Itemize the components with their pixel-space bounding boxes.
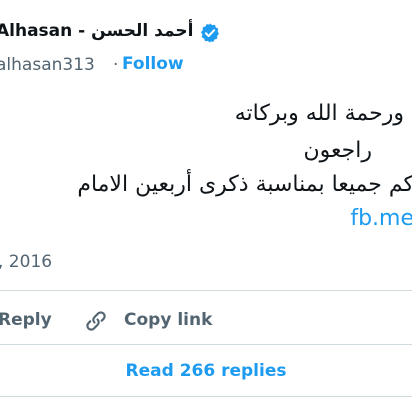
tweet-text-line: ورحمة الله وبركاته (234, 101, 404, 126)
user-handle[interactable]: alhasan313 (0, 55, 95, 75)
display-name[interactable]: Alhasan - أحمد الحسن (0, 21, 193, 41)
link-icon[interactable] (83, 308, 109, 334)
read-replies-button[interactable]: Read 266 replies (0, 361, 412, 381)
divider (0, 290, 412, 291)
tweet-link[interactable]: fb.me (350, 206, 412, 231)
verified-badge-icon (201, 23, 219, 43)
follow-button[interactable]: Follow (122, 54, 184, 74)
handle-separator: · (113, 55, 119, 75)
tweet-text-line: راجعون (303, 138, 372, 163)
copy-link-button[interactable]: Copy link (124, 310, 212, 330)
divider (0, 396, 412, 397)
tweet-text-line: كم جميعا بمناسبة ذكرى أربعين الامام (77, 172, 412, 197)
tweet-timestamp[interactable]: , 2016 (0, 252, 52, 272)
divider (0, 344, 412, 345)
reply-button[interactable]: Reply (0, 310, 52, 330)
